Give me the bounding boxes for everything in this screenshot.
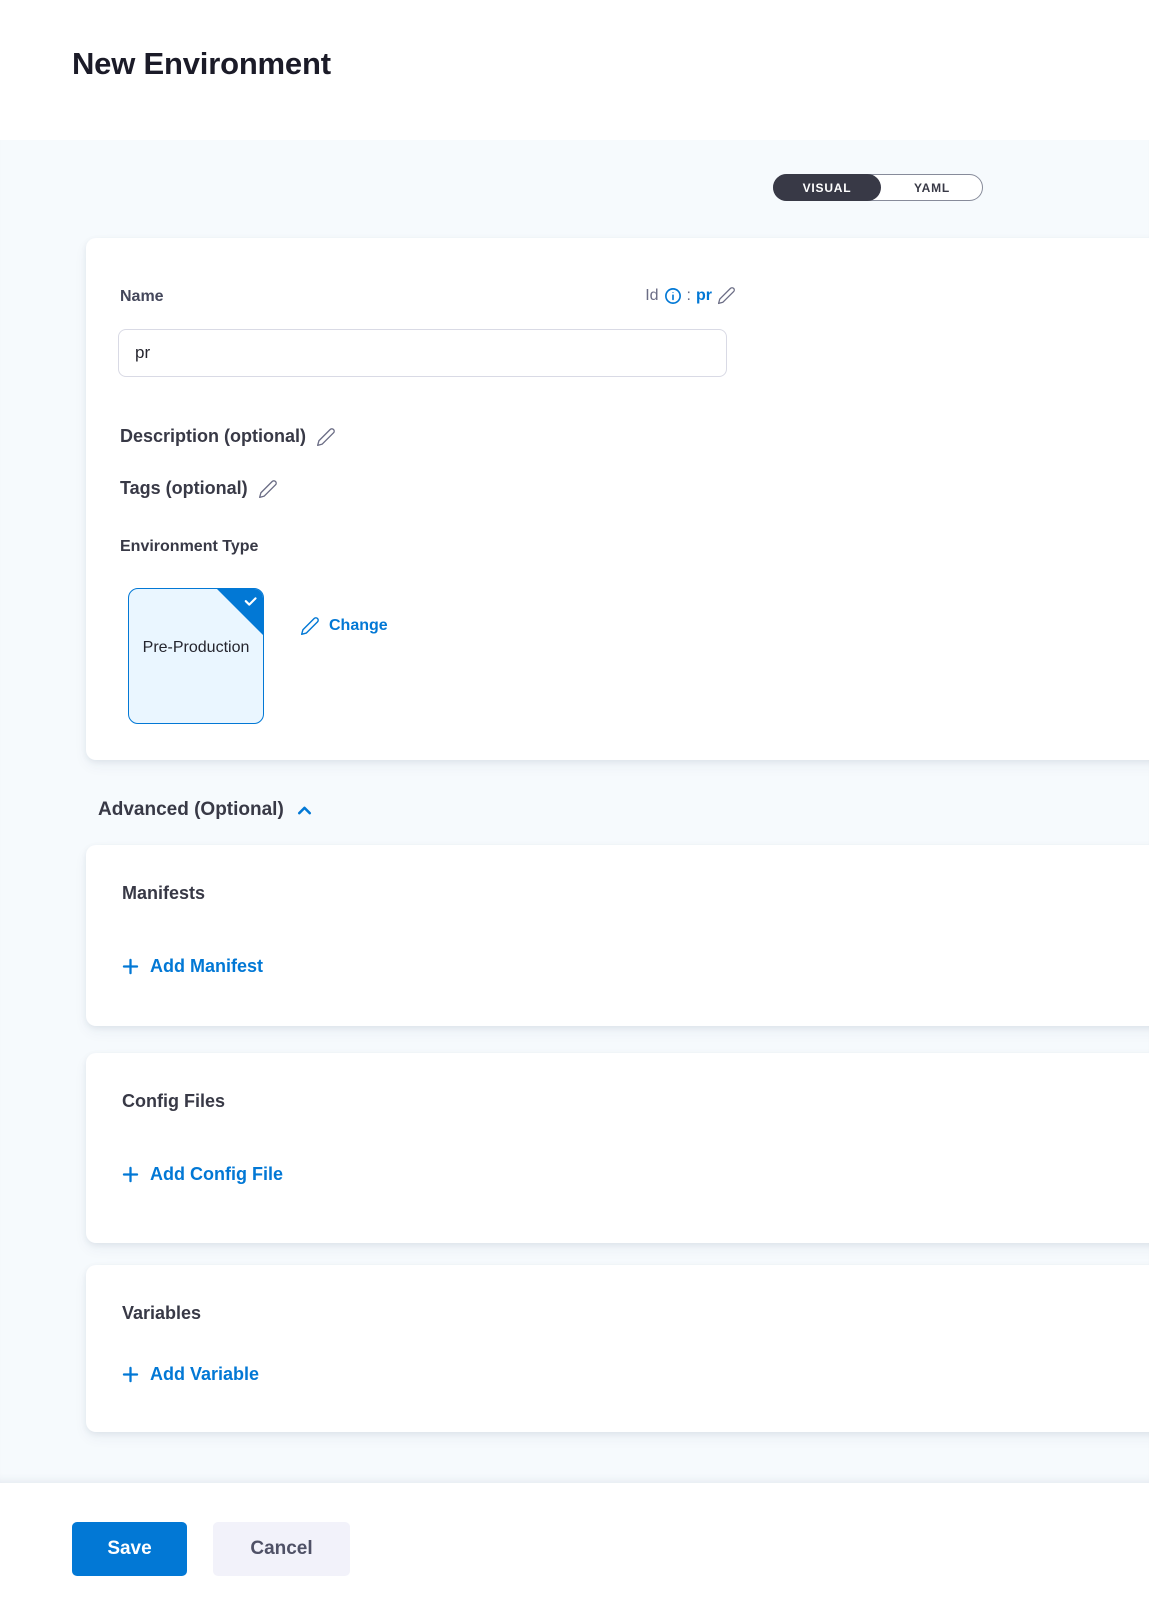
description-label: Description (optional) xyxy=(120,426,306,447)
visual-yaml-toggle[interactable]: VISUAL YAML xyxy=(773,174,983,201)
add-variable-button[interactable]: Add Variable xyxy=(120,1364,259,1385)
check-icon xyxy=(243,594,258,609)
tags-label: Tags (optional) xyxy=(120,478,248,499)
add-manifest-label: Add Manifest xyxy=(150,956,263,977)
config-files-card: Config Files Add Config File xyxy=(86,1053,1149,1243)
environment-type-card-preproduction[interactable]: Pre-Production xyxy=(128,588,264,724)
plus-icon xyxy=(120,956,141,977)
config-files-title: Config Files xyxy=(122,1091,225,1112)
environment-id-row: Id : pr xyxy=(86,286,736,305)
add-manifest-button[interactable]: Add Manifest xyxy=(120,956,263,977)
manifests-title: Manifests xyxy=(122,883,205,904)
toggle-visual-option[interactable]: VISUAL xyxy=(773,174,881,201)
name-input[interactable] xyxy=(118,329,727,377)
chevron-up-icon xyxy=(294,800,315,821)
edit-description-icon[interactable] xyxy=(316,427,336,447)
edit-change-icon xyxy=(300,616,320,636)
add-variable-label: Add Variable xyxy=(150,1364,259,1385)
environment-form-card: Name Id : pr Description (optional) xyxy=(86,238,1149,760)
change-link-label: Change xyxy=(329,617,388,635)
add-config-file-button[interactable]: Add Config File xyxy=(120,1164,283,1185)
advanced-optional-toggle[interactable]: Advanced (Optional) xyxy=(98,799,315,821)
tags-row: Tags (optional) xyxy=(120,478,278,499)
advanced-optional-label: Advanced (Optional) xyxy=(98,799,284,821)
info-icon[interactable] xyxy=(664,287,682,305)
toggle-visual-label: VISUAL xyxy=(803,181,852,195)
manifests-card: Manifests Add Manifest xyxy=(86,845,1149,1026)
toggle-yaml-option[interactable]: YAML xyxy=(881,175,983,200)
id-value: pr xyxy=(696,287,712,305)
variables-card: Variables Add Variable xyxy=(86,1265,1149,1432)
plus-icon xyxy=(120,1164,141,1185)
id-separator: : xyxy=(687,287,691,305)
description-row: Description (optional) xyxy=(120,426,336,447)
change-environment-type-link[interactable]: Change xyxy=(300,616,388,636)
edit-id-icon[interactable] xyxy=(717,286,736,305)
environment-type-label: Environment Type xyxy=(120,538,258,556)
cancel-button[interactable]: Cancel xyxy=(213,1522,350,1576)
plus-icon xyxy=(120,1364,141,1385)
new-environment-page: New Environment VISUAL YAML Name Id : pr xyxy=(0,0,1149,1600)
edit-tags-icon[interactable] xyxy=(258,479,278,499)
toggle-yaml-label: YAML xyxy=(914,181,950,195)
variables-title: Variables xyxy=(122,1303,201,1324)
page-title: New Environment xyxy=(72,46,331,82)
add-config-file-label: Add Config File xyxy=(150,1164,283,1185)
environment-type-value: Pre-Production xyxy=(141,636,251,660)
id-label: Id xyxy=(645,287,658,305)
save-button[interactable]: Save xyxy=(72,1522,187,1576)
